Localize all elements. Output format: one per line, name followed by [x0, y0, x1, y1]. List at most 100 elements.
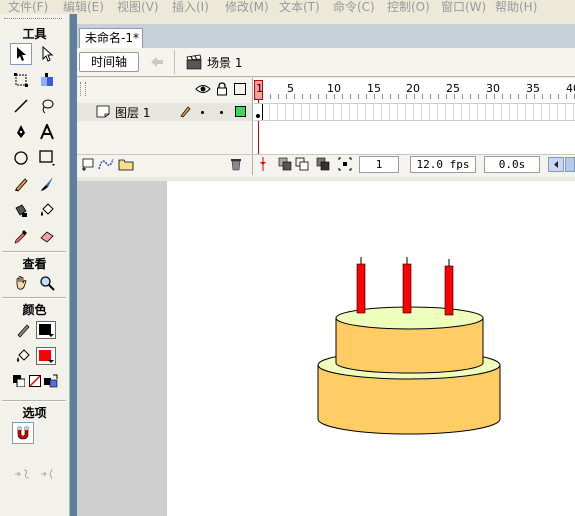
layer-name[interactable]: 图层 1	[115, 104, 150, 121]
onion-skin-icon[interactable]	[278, 157, 292, 171]
frame-number: 40	[566, 82, 575, 95]
menu-commands[interactable]: 命令(C)	[333, 0, 375, 14]
menu-window[interactable]: 窗口(W)	[441, 0, 486, 14]
line-tool-icon[interactable]	[10, 95, 32, 117]
layer-outline-color[interactable]	[235, 106, 246, 117]
insert-layer-icon[interactable]	[81, 157, 95, 171]
pen-tool-icon[interactable]	[10, 121, 32, 143]
brush-tool-icon[interactable]	[36, 173, 58, 195]
keyframe-dot	[256, 114, 260, 118]
candle-middle	[402, 263, 412, 314]
menu-text[interactable]: 文本(T)	[279, 0, 320, 14]
cake-drawing[interactable]	[167, 181, 575, 516]
timeline-grip[interactable]	[80, 82, 86, 96]
delete-layer-icon[interactable]	[229, 157, 243, 171]
timeline-toggle-button[interactable]: 时间轴	[79, 52, 139, 72]
swap-colors-icon[interactable]	[44, 374, 58, 388]
fill-color-swatch[interactable]	[36, 347, 56, 365]
no-color-icon[interactable]	[28, 374, 42, 388]
back-arrow-icon	[148, 54, 166, 70]
rectangle-tool-icon[interactable]	[36, 147, 58, 169]
menu-insert[interactable]: 插入(I)	[172, 0, 209, 14]
center-frame-icon[interactable]	[258, 157, 268, 171]
menu-view[interactable]: 视图(V)	[117, 0, 159, 14]
oval-tool-icon[interactable]	[10, 147, 32, 169]
options-title: 选项	[22, 406, 47, 420]
menu-modify[interactable]: 修改(M)	[225, 0, 269, 14]
stage-canvas[interactable]	[167, 181, 575, 516]
add-motion-guide-icon[interactable]	[98, 157, 114, 171]
frame-number: 10	[327, 82, 341, 95]
frame-number: 15	[367, 82, 381, 95]
insert-folder-icon[interactable]	[118, 157, 134, 171]
layer-page-icon	[96, 105, 110, 118]
frame-number: 5	[287, 82, 294, 95]
smooth-icon	[12, 463, 34, 485]
swatch-arrow-icon	[48, 360, 54, 363]
ink-bottle-tool-icon[interactable]	[10, 199, 32, 221]
menu-edit[interactable]: 编辑(E)	[63, 0, 104, 14]
status-divider	[252, 155, 253, 175]
frame-rate-field[interactable]: 12.0 fps	[410, 156, 476, 173]
text-tool-icon[interactable]	[36, 121, 58, 143]
editbar-divider	[174, 50, 175, 74]
tools-panel: 工具 查看 颜色 选项	[0, 14, 70, 516]
frame-number: 20	[406, 82, 420, 95]
lock-icon[interactable]	[215, 82, 229, 96]
swatch-arrow-icon	[48, 334, 54, 337]
frame-number: 35	[526, 82, 540, 95]
fill-color-icon	[12, 345, 34, 367]
scroll-left-button[interactable]	[548, 157, 564, 172]
colors-title: 颜色	[22, 303, 47, 317]
visibility-dot[interactable]	[201, 111, 204, 114]
view-title: 查看	[22, 257, 47, 271]
document-tab-bar	[77, 24, 575, 48]
document-tab[interactable]: 未命名-1*	[79, 28, 143, 48]
arrow-tool-icon[interactable]	[10, 43, 32, 65]
eyedropper-tool-icon[interactable]	[10, 225, 32, 247]
frame-number: 30	[486, 82, 500, 95]
current-frame-field[interactable]: 1	[359, 156, 399, 173]
outline-icon[interactable]	[234, 83, 246, 95]
frame-number: 25	[446, 82, 460, 95]
modify-onion-markers-icon[interactable]	[338, 157, 352, 171]
menu-bar: 文件(F) 编辑(E) 视图(V) 插入(I) 修改(M) 文本(T) 命令(C…	[0, 0, 575, 14]
stroke-color-icon	[12, 319, 34, 341]
tools-title: 工具	[22, 27, 47, 41]
lasso-tool-icon[interactable]	[36, 95, 58, 117]
view-separator	[2, 297, 66, 299]
candle-right	[444, 265, 454, 316]
fill-transform-tool-icon[interactable]	[36, 69, 58, 91]
eye-icon[interactable]	[195, 82, 211, 96]
panel-grip[interactable]	[4, 18, 62, 21]
scene-clapper-icon	[185, 54, 203, 70]
menu-help[interactable]: 帮助(H)	[495, 0, 537, 14]
pencil-tool-icon[interactable]	[10, 173, 32, 195]
straighten-icon	[38, 463, 60, 485]
layer-pencil-icon	[179, 105, 191, 118]
scene-label[interactable]: 场景 1	[207, 54, 242, 71]
edit-multiple-frames-icon[interactable]	[316, 157, 330, 171]
menu-control[interactable]: 控制(O)	[387, 0, 430, 14]
elapsed-time-field[interactable]: 0.0s	[484, 156, 540, 173]
subselect-tool-icon[interactable]	[36, 43, 58, 65]
tools-separator	[2, 251, 66, 253]
black-white-icon[interactable]	[12, 374, 26, 388]
stroke-color-swatch[interactable]	[36, 321, 56, 339]
eraser-tool-icon[interactable]	[36, 225, 58, 247]
onion-skin-outlines-icon[interactable]	[295, 157, 309, 171]
cake-top-tier[interactable]	[335, 306, 484, 374]
frame-cells[interactable]	[254, 103, 575, 121]
paint-bucket-tool-icon[interactable]	[36, 199, 58, 221]
panel-divider[interactable]	[70, 14, 77, 516]
snap-magnet-icon[interactable]	[12, 422, 34, 444]
menu-file[interactable]: 文件(F)	[8, 0, 48, 14]
candle-left	[356, 263, 366, 314]
colors-separator	[2, 400, 66, 402]
zoom-tool-icon[interactable]	[36, 272, 58, 294]
lock-dot[interactable]	[220, 111, 223, 114]
candles[interactable]	[356, 257, 454, 316]
hand-tool-icon[interactable]	[10, 272, 32, 294]
scroll-thumb[interactable]	[565, 157, 575, 172]
free-transform-tool-icon[interactable]	[10, 69, 32, 91]
